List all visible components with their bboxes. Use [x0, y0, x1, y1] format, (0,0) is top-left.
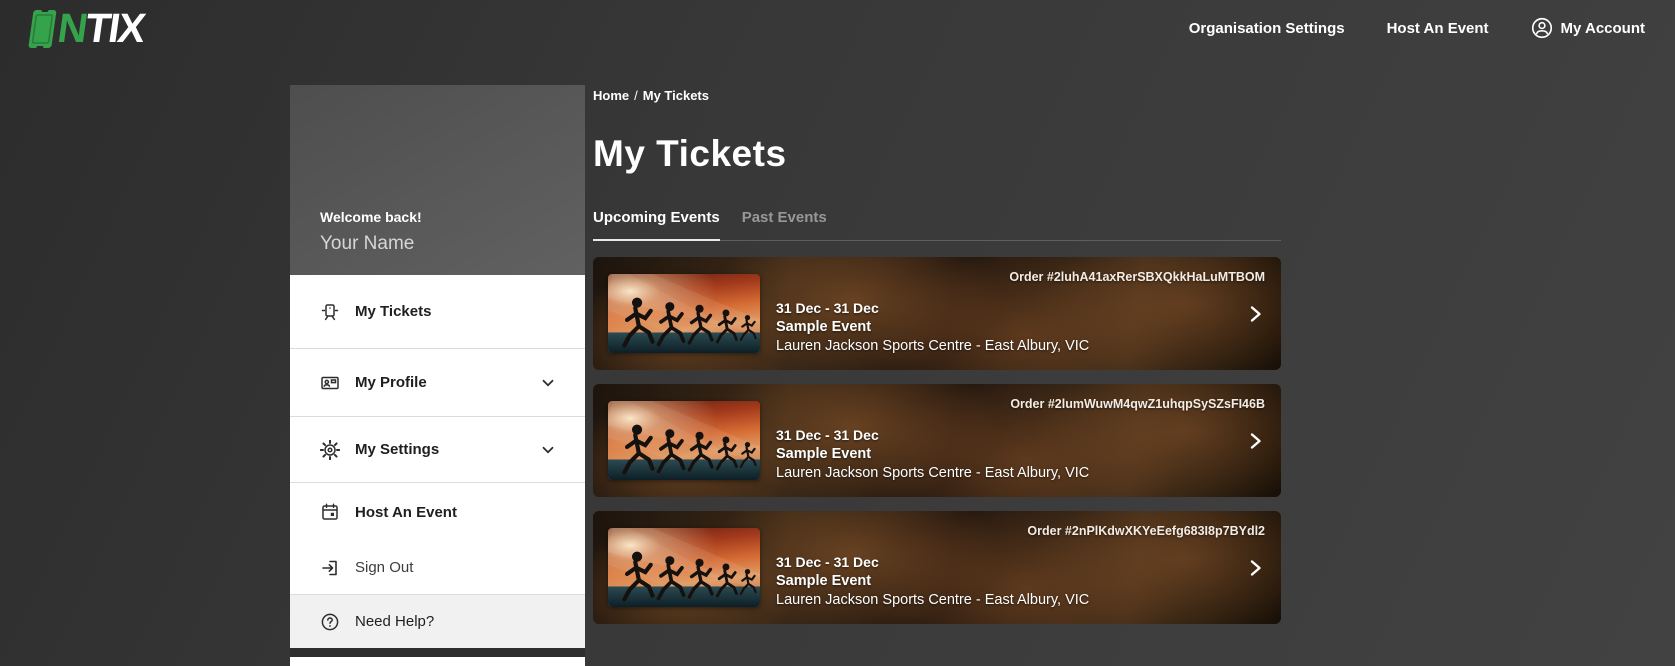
sidebar-item-host-an-event-label: Host An Event — [355, 503, 457, 521]
event-venue: Lauren Jackson Sports Centre - East Albu… — [776, 592, 1090, 608]
tab-past-events[interactable]: Past Events — [742, 209, 827, 240]
event-venue: Lauren Jackson Sports Centre - East Albu… — [776, 338, 1090, 354]
sidebar-menu: My Tickets My Profile My Settings Host A… — [290, 275, 585, 666]
sidebar-item-my-settings-label: My Settings — [355, 441, 440, 458]
tabs: Upcoming Events Past Events — [593, 209, 1281, 241]
logo-wordmark: NTIX — [55, 4, 147, 51]
calendar-icon — [322, 503, 338, 520]
sidebar-item-my-tickets-label: My Tickets — [355, 303, 432, 320]
sidebar-item-sign-out[interactable]: Sign Out — [290, 541, 585, 595]
event-name: Sample Event — [776, 573, 872, 589]
id-card-icon — [321, 376, 339, 389]
event-venue: Lauren Jackson Sports Centre - East Albu… — [776, 465, 1090, 481]
sidebar-item-sign-out-label: Sign Out — [355, 559, 414, 576]
ticket-card[interactable]: Order #2nPlKdwXKYeEefg683I8p7BYdl2 31 De… — [593, 511, 1281, 624]
sidebar-item-my-profile[interactable]: My Profile — [290, 349, 585, 417]
ticket-card[interactable]: Order #2lumWuwM4qwZ1uhqpSySZsFI46B 31 De… — [593, 384, 1281, 497]
order-number: Order #2luhA41axRerSBXQkkHaLuMTBOM — [1009, 270, 1265, 284]
top-header: NTIX Organisation Settings Host An Event… — [0, 0, 1675, 56]
page: NTIX Organisation Settings Host An Event… — [0, 0, 1675, 666]
gear-icon — [320, 439, 340, 460]
chevron-down-icon — [542, 379, 554, 387]
nav-my-account[interactable]: My Account — [1531, 17, 1645, 39]
ticket-logo-icon — [28, 8, 57, 48]
sidebar: Welcome back! Your Name My Tickets My Pr… — [290, 85, 585, 666]
event-thumbnail — [608, 401, 760, 480]
chevron-right-icon — [1250, 432, 1261, 449]
nav-organisation-settings-label: Organisation Settings — [1188, 19, 1345, 37]
sidebar-item-need-help-label: Need Help? — [355, 613, 435, 630]
nav-my-account-label: My Account — [1560, 19, 1645, 37]
breadcrumb-home-link[interactable]: Home — [593, 88, 629, 103]
nav-host-an-event[interactable]: Host An Event — [1387, 20, 1489, 37]
ticket-details: 31 Dec - 31 Dec Sample Event Lauren Jack… — [776, 553, 1089, 610]
nav-organisation-settings[interactable]: Organisation Settings — [1189, 20, 1345, 37]
event-dates: 31 Dec - 31 Dec — [776, 554, 879, 570]
welcome-panel: Welcome back! Your Name — [290, 85, 585, 275]
sidebar-item-need-help[interactable]: Need Help? — [290, 595, 585, 648]
ticket-details: 31 Dec - 31 Dec Sample Event Lauren Jack… — [776, 426, 1089, 483]
help-circle-icon — [321, 613, 339, 630]
chevron-right-icon — [1250, 559, 1261, 576]
event-thumbnail — [608, 528, 760, 607]
event-dates: 31 Dec - 31 Dec — [776, 427, 879, 443]
ticket-icon — [321, 303, 339, 320]
welcome-greeting: Welcome back! — [320, 209, 422, 225]
sidebar-bottom-section — [290, 648, 585, 657]
event-name: Sample Event — [776, 446, 872, 462]
breadcrumb-separator: / — [634, 88, 638, 103]
page-title: My Tickets — [593, 133, 787, 174]
nav-host-an-event-label: Host An Event — [1386, 19, 1489, 37]
logo-letters-tix: TIX — [82, 4, 147, 51]
intix-logo[interactable]: NTIX — [27, 4, 147, 51]
order-number: Order #2nPlKdwXKYeEefg683I8p7BYdl2 — [1027, 524, 1265, 538]
event-name: Sample Event — [776, 319, 872, 335]
top-nav: Organisation Settings Host An Event My A… — [1189, 17, 1645, 39]
main-content: Home / My Tickets My Tickets Upcoming Even… — [593, 85, 1281, 638]
event-thumbnail — [608, 274, 760, 353]
sidebar-item-my-settings[interactable]: My Settings — [290, 417, 585, 483]
sign-out-icon — [322, 560, 337, 575]
tab-upcoming-events[interactable]: Upcoming Events — [593, 209, 720, 241]
sidebar-item-my-tickets[interactable]: My Tickets — [290, 275, 585, 349]
ticket-list: Order #2luhA41axRerSBXQkkHaLuMTBOM 31 De… — [593, 257, 1281, 624]
user-name: Your Name — [320, 233, 415, 254]
ticket-card[interactable]: Order #2luhA41axRerSBXQkkHaLuMTBOM 31 De… — [593, 257, 1281, 370]
breadcrumb-current: My Tickets — [642, 88, 709, 103]
ticket-details: 31 Dec - 31 Dec Sample Event Lauren Jack… — [776, 299, 1089, 356]
chevron-down-icon — [542, 446, 554, 454]
order-number: Order #2lumWuwM4qwZ1uhqpSySZsFI46B — [1010, 397, 1265, 411]
breadcrumb: Home / My Tickets — [593, 88, 1281, 103]
chevron-right-icon — [1250, 305, 1261, 322]
user-circle-icon — [1531, 17, 1552, 39]
event-dates: 31 Dec - 31 Dec — [776, 300, 879, 316]
sidebar-item-host-an-event[interactable]: Host An Event — [290, 483, 585, 541]
sidebar-item-my-profile-label: My Profile — [355, 374, 427, 391]
